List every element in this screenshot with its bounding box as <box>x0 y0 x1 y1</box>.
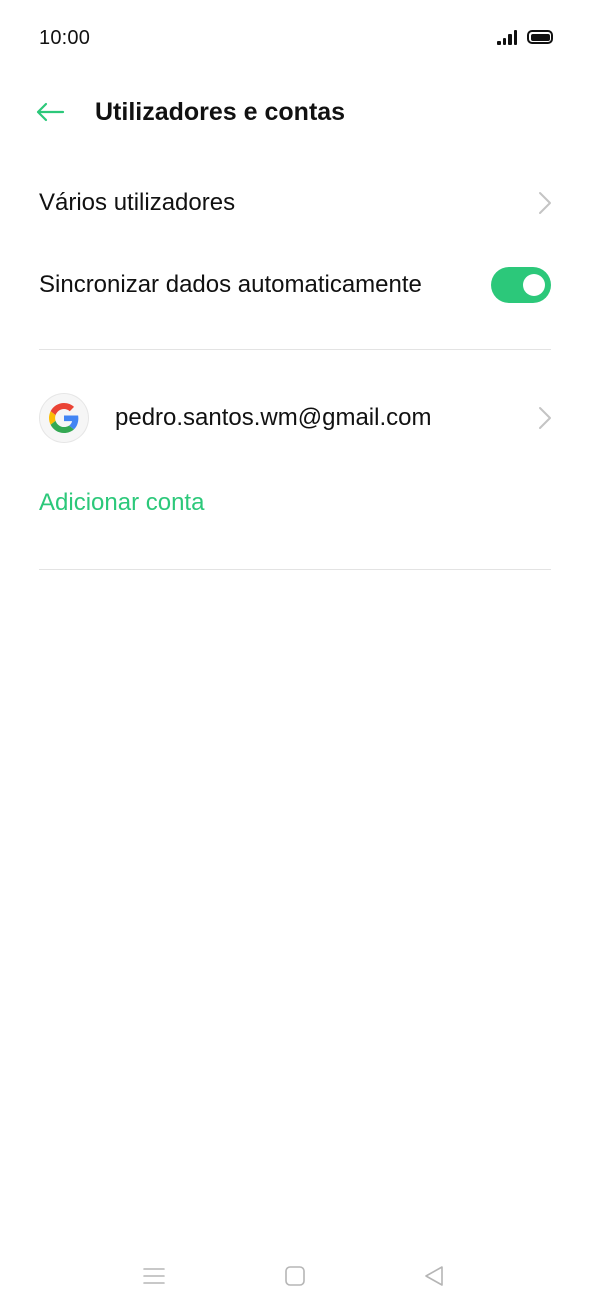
chevron-right-icon <box>539 407 551 429</box>
toggle-knob <box>523 274 545 296</box>
status-time: 10:00 <box>39 27 91 49</box>
signal-icon <box>497 29 517 45</box>
status-icons <box>497 29 553 45</box>
page-title: Utilizadores e contas <box>95 98 346 126</box>
google-account-row[interactable]: pedro.santos.wm@gmail.com <box>0 384 590 452</box>
auto-sync-toggle[interactable] <box>491 267 551 303</box>
chevron-right-icon <box>539 192 551 214</box>
multiple-users-label: Vários utilizadores <box>39 189 236 216</box>
add-account-button[interactable]: Adicionar conta <box>39 489 204 517</box>
divider <box>39 569 551 570</box>
account-email: pedro.santos.wm@gmail.com <box>115 404 432 431</box>
auto-sync-row: Sincronizar dados automaticamente <box>0 252 590 318</box>
back-arrow-icon <box>36 102 65 122</box>
triangle-back-icon <box>425 1266 443 1286</box>
menu-button[interactable] <box>134 1262 174 1290</box>
battery-icon <box>527 30 553 44</box>
navigation-bar <box>0 1252 590 1300</box>
app-header: Utilizadores e contas <box>0 78 590 148</box>
divider <box>39 349 551 350</box>
menu-icon <box>143 1268 165 1284</box>
status-bar: 10:00 <box>0 0 590 78</box>
auto-sync-label: Sincronizar dados automaticamente <box>39 271 422 298</box>
multiple-users-row[interactable]: Vários utilizadores <box>0 170 590 236</box>
google-icon <box>40 394 88 442</box>
back-button[interactable] <box>30 94 70 130</box>
home-icon <box>285 1266 305 1286</box>
home-button[interactable] <box>275 1262 315 1290</box>
back-nav-button[interactable] <box>414 1262 454 1290</box>
